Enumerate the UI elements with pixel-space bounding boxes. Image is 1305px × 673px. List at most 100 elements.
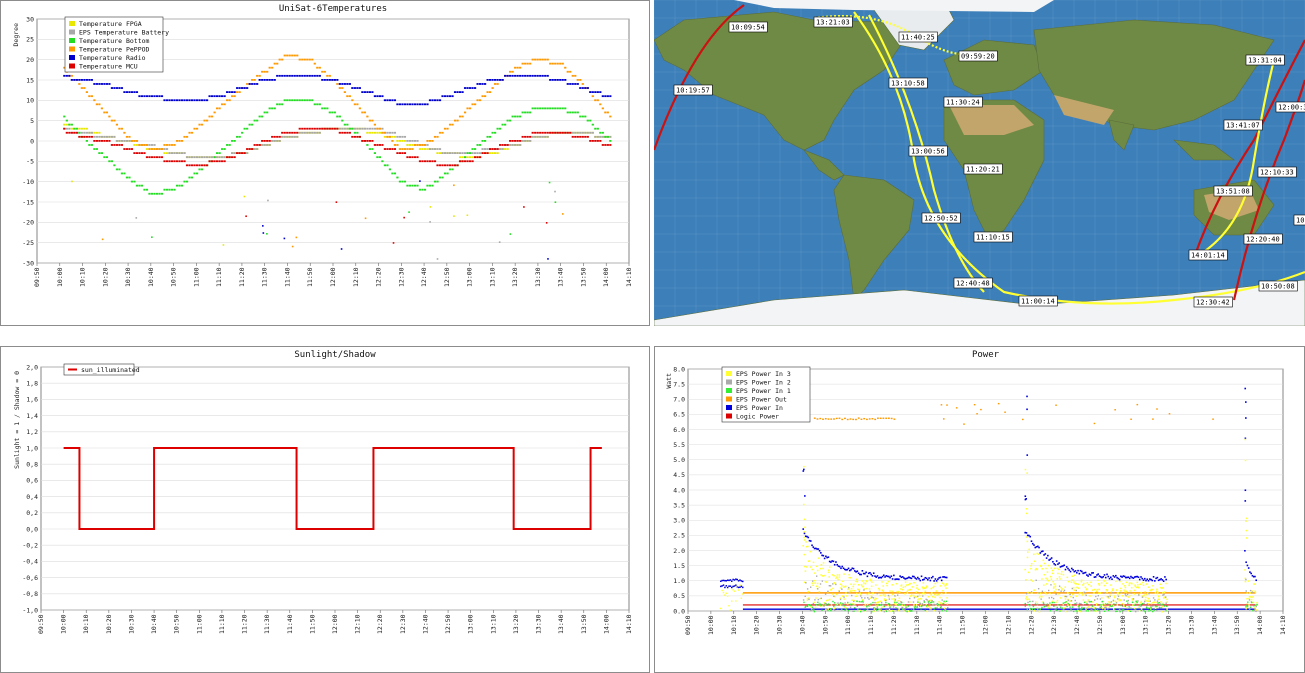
data-point bbox=[103, 140, 106, 142]
track-time-label: 10:4 bbox=[1293, 214, 1305, 226]
data-point bbox=[93, 83, 96, 85]
data-point bbox=[426, 160, 429, 163]
data-point bbox=[165, 144, 169, 146]
data-point bbox=[1034, 569, 1037, 571]
data-point bbox=[1100, 604, 1102, 606]
spike-point bbox=[802, 470, 805, 472]
data-point bbox=[313, 74, 316, 77]
data-point bbox=[1156, 600, 1159, 602]
data-point bbox=[98, 140, 101, 142]
y-tick-label: -5 bbox=[26, 158, 34, 166]
outlier-point bbox=[283, 237, 286, 240]
x-tick-label: 12:00 bbox=[331, 614, 339, 634]
data-point bbox=[423, 144, 427, 146]
data-point bbox=[1053, 583, 1055, 585]
data-point bbox=[311, 127, 314, 130]
data-point bbox=[868, 605, 870, 607]
data-point bbox=[391, 140, 394, 142]
data-point bbox=[1093, 588, 1096, 591]
data-point bbox=[907, 605, 909, 607]
data-point bbox=[341, 83, 344, 85]
data-point bbox=[842, 595, 844, 597]
data-point bbox=[541, 131, 544, 134]
data-point bbox=[529, 111, 532, 114]
data-point bbox=[115, 87, 119, 89]
data-point bbox=[258, 115, 261, 118]
data-point bbox=[885, 599, 887, 602]
data-point bbox=[604, 144, 607, 146]
x-tick-label: 12:30 bbox=[397, 267, 405, 287]
data-point bbox=[825, 608, 827, 611]
data-point bbox=[924, 609, 926, 612]
spike-point bbox=[804, 526, 806, 529]
data-point bbox=[549, 107, 552, 110]
data-point bbox=[231, 156, 234, 159]
data-point bbox=[1165, 596, 1167, 598]
data-point bbox=[170, 99, 174, 102]
data-point bbox=[1036, 603, 1039, 606]
data-point bbox=[271, 79, 274, 81]
data-point bbox=[468, 160, 472, 163]
data-point bbox=[318, 66, 321, 69]
data-point bbox=[742, 580, 744, 583]
data-point bbox=[253, 119, 256, 122]
data-point bbox=[820, 597, 822, 600]
data-point bbox=[1162, 580, 1165, 582]
data-point bbox=[333, 127, 336, 130]
data-point bbox=[1132, 604, 1134, 607]
data-point bbox=[601, 135, 604, 138]
data-point bbox=[1255, 605, 1257, 608]
data-point bbox=[1103, 574, 1106, 576]
data-point bbox=[1041, 606, 1043, 609]
data-point bbox=[288, 131, 291, 134]
data-point bbox=[401, 148, 404, 150]
data-point bbox=[288, 74, 291, 77]
data-point bbox=[886, 584, 888, 587]
data-point bbox=[1046, 583, 1048, 585]
data-point bbox=[816, 565, 818, 568]
data-point bbox=[268, 140, 271, 142]
data-point bbox=[321, 107, 324, 110]
data-point bbox=[321, 70, 324, 73]
data-point bbox=[1034, 601, 1037, 603]
data-point bbox=[1086, 601, 1088, 603]
data-point bbox=[1116, 610, 1118, 612]
data-point bbox=[1152, 610, 1154, 613]
data-point bbox=[411, 156, 414, 159]
data-point bbox=[1098, 584, 1101, 586]
data-point bbox=[1144, 600, 1146, 603]
x-tick-label: 11:00 bbox=[192, 267, 200, 287]
data-point bbox=[388, 168, 392, 171]
data-point bbox=[241, 87, 244, 89]
data-point bbox=[396, 103, 399, 106]
data-point bbox=[1055, 560, 1058, 562]
data-point bbox=[809, 540, 812, 542]
data-point bbox=[323, 107, 326, 110]
data-point bbox=[388, 99, 392, 102]
data-point bbox=[216, 95, 219, 98]
data-point bbox=[188, 176, 191, 179]
data-point bbox=[120, 87, 124, 89]
data-point bbox=[368, 127, 371, 130]
data-point bbox=[925, 586, 927, 589]
data-point bbox=[892, 610, 894, 613]
data-point bbox=[544, 131, 547, 134]
data-point bbox=[316, 66, 319, 69]
data-point bbox=[933, 585, 935, 588]
data-point bbox=[1029, 535, 1032, 538]
data-point bbox=[828, 585, 831, 587]
data-point bbox=[135, 144, 139, 146]
data-point bbox=[838, 565, 841, 568]
data-point bbox=[408, 156, 412, 159]
data-point bbox=[876, 606, 879, 608]
data-point bbox=[531, 107, 534, 110]
data-point bbox=[909, 601, 911, 603]
data-point bbox=[1111, 578, 1113, 580]
data-point bbox=[594, 135, 597, 138]
data-point bbox=[878, 591, 881, 594]
data-point bbox=[1251, 596, 1253, 599]
data-point bbox=[198, 123, 201, 126]
data-point bbox=[496, 83, 499, 85]
outlier-point bbox=[429, 221, 431, 223]
x-tick-label: 11:40 bbox=[936, 615, 944, 635]
